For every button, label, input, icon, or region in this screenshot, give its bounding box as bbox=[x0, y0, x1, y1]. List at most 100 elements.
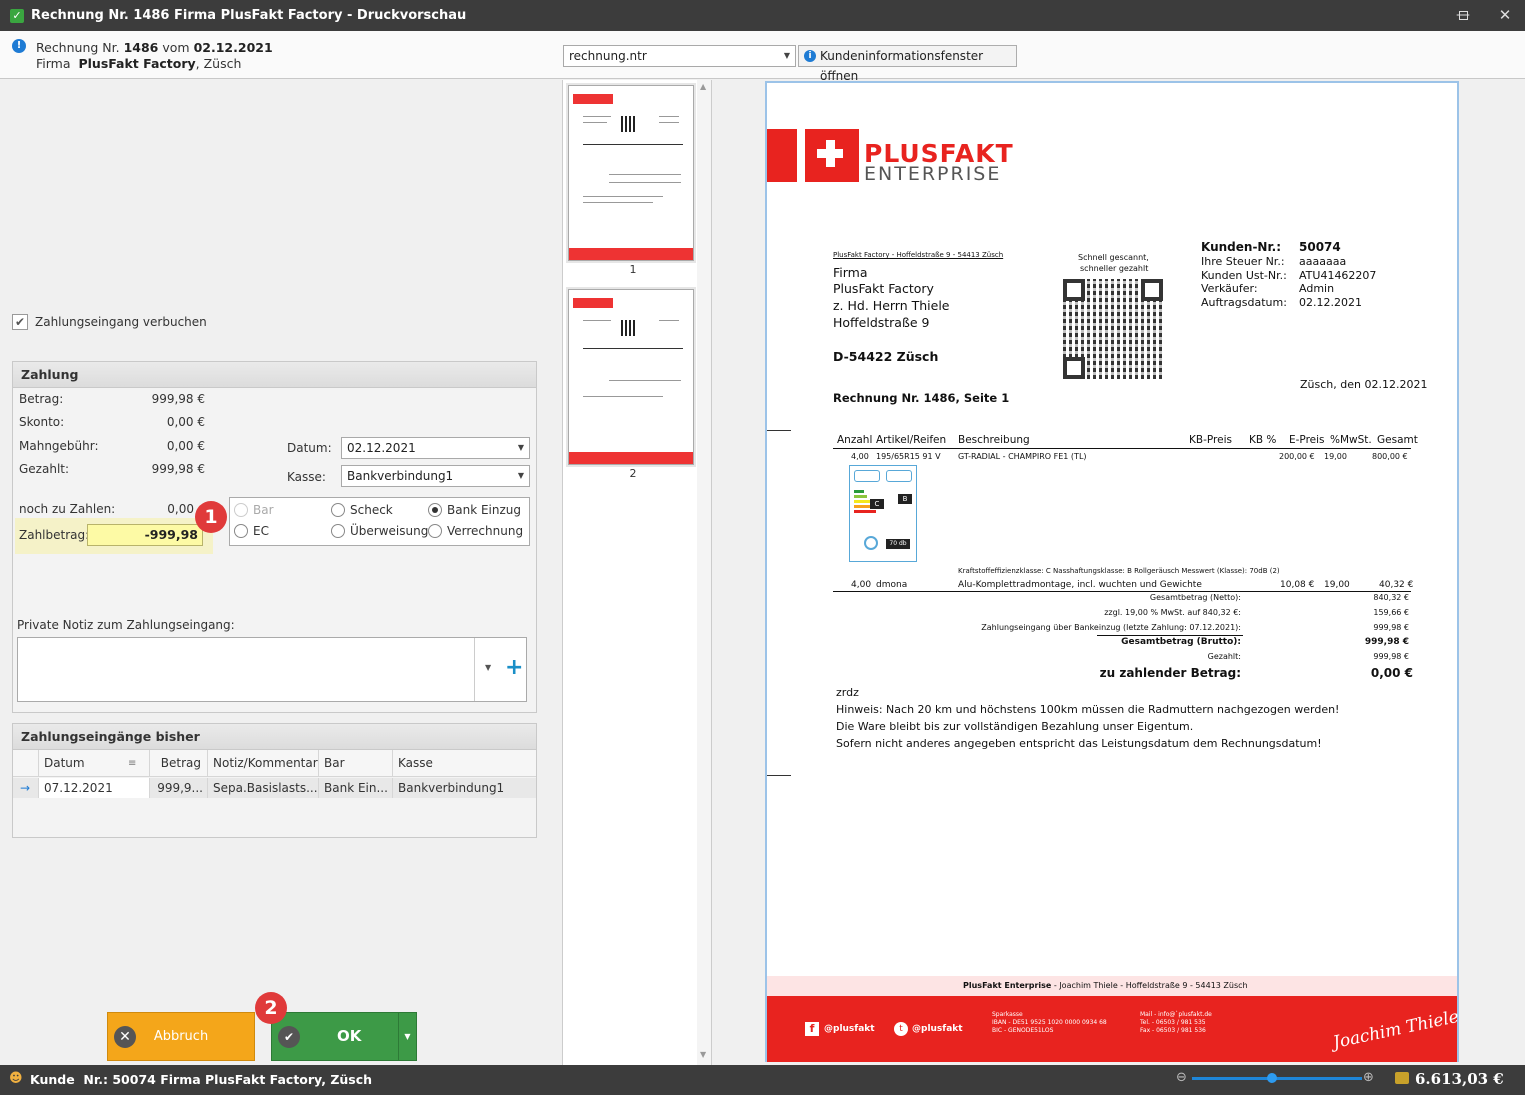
radio-bar[interactable]: Bar bbox=[234, 503, 274, 517]
radio-ec[interactable]: EC bbox=[234, 524, 269, 538]
close-icon: ✕ bbox=[114, 1026, 136, 1048]
discount-label: Skonto: bbox=[19, 415, 65, 429]
place-date: Züsch, den 02.12.2021 bbox=[1300, 378, 1428, 391]
col-notiz[interactable]: Notiz/Kommentar bbox=[207, 750, 318, 777]
page-thumbnail-2[interactable] bbox=[568, 289, 694, 465]
chevron-down-icon[interactable]: ▼ bbox=[518, 466, 524, 486]
address-line: Firma bbox=[833, 265, 868, 280]
col-header: Anzahl bbox=[837, 434, 873, 446]
checkmark-icon[interactable]: ✔ bbox=[12, 314, 28, 330]
meta-label: Kunden-Nr.: bbox=[1201, 240, 1282, 254]
firma-label: Firma bbox=[36, 56, 71, 71]
col-betrag[interactable]: Betrag bbox=[149, 750, 207, 777]
add-icon[interactable]: + bbox=[505, 655, 523, 680]
page-thumbnail-1[interactable] bbox=[568, 85, 694, 261]
open-customer-window-button[interactable]: i Kundeninformationsfenster öffnen bbox=[798, 45, 1017, 83]
row-bar[interactable]: Bank Ein... bbox=[318, 778, 392, 798]
zoom-out-icon[interactable]: ⊖ bbox=[1176, 1070, 1187, 1085]
chevron-down-icon[interactable]: ▼ bbox=[485, 663, 491, 672]
zoom-in-icon[interactable]: ⊕ bbox=[1363, 1070, 1374, 1085]
title-bar: ✓ Rechnung Nr. 1486 Firma PlusFakt Facto… bbox=[0, 0, 1525, 31]
col-bar[interactable]: Bar bbox=[318, 750, 392, 777]
status-balance: 6.613,03 € bbox=[1415, 1070, 1504, 1088]
cancel-label: Abbruch bbox=[153, 1029, 209, 1044]
step-badge-1: 1 bbox=[195, 501, 227, 533]
logo-cross-icon bbox=[805, 129, 859, 182]
row-betrag[interactable]: 999,9... bbox=[149, 778, 207, 798]
note-line: Sofern nicht anderes angegeben entsprich… bbox=[836, 737, 1322, 750]
radio-scheck[interactable]: Scheck bbox=[331, 503, 393, 517]
customer-icon: ☻ bbox=[9, 1071, 23, 1086]
remaining-label: noch zu Zahlen: bbox=[19, 502, 116, 516]
qr-caption: schneller gezahlt bbox=[1080, 264, 1149, 273]
chevron-down-icon[interactable]: ▼ bbox=[784, 46, 790, 66]
row-notiz[interactable]: Sepa.Basislasts... bbox=[207, 778, 318, 798]
note-textarea[interactable]: ▼ + bbox=[17, 637, 527, 702]
radio-bank-einzug[interactable]: Bank Einzug bbox=[428, 503, 521, 517]
col-header: %MwSt. bbox=[1330, 434, 1372, 446]
tyre-label-icon: C B 70 db bbox=[849, 465, 917, 562]
footer-address-bar: PlusFakt Enterprise - Joachim Thiele - H… bbox=[767, 976, 1457, 996]
amount-label: Betrag: bbox=[19, 392, 64, 406]
invoice-info-line: Rechnung Nr. 1486 vom 02.12.2021 bbox=[36, 40, 273, 55]
logo-bar bbox=[767, 129, 797, 182]
invoice-date: 02.12.2021 bbox=[193, 40, 273, 55]
signature: Joachim Thiele bbox=[1331, 1006, 1461, 1054]
zoom-slider-handle[interactable] bbox=[1267, 1073, 1277, 1083]
tyre-label-line: Kraftstoffeffizienzklasse: C Nasshaftung… bbox=[958, 567, 1280, 575]
cancel-button[interactable]: ✕ Abbruch bbox=[107, 1012, 255, 1061]
note-line: Hinweis: Nach 20 km und höchstens 100km … bbox=[836, 703, 1340, 716]
due-value: 0,00 € bbox=[1370, 666, 1413, 680]
col-kasse[interactable]: Kasse bbox=[392, 750, 536, 777]
book-payment-checkbox[interactable]: ✔ Zahlungseingang verbuchen bbox=[12, 314, 207, 330]
sender-line: PlusFakt Factory - Hoffeldstraße 9 - 544… bbox=[833, 251, 1004, 259]
meta-value: 50074 bbox=[1299, 240, 1341, 254]
dunning-fee-label: Mahngebühr: bbox=[19, 439, 99, 453]
filter-icon[interactable]: ≡ bbox=[123, 750, 139, 777]
thumbnail-scrollbar[interactable]: ▲ ▼ bbox=[697, 80, 711, 1065]
meta-value: Admin bbox=[1299, 282, 1335, 295]
paid-value: 999,98 € bbox=[151, 462, 205, 476]
info-icon: i bbox=[804, 50, 816, 62]
chevron-down-icon[interactable]: ▼ bbox=[398, 1013, 416, 1060]
scroll-down-icon[interactable]: ▼ bbox=[700, 1050, 706, 1059]
meta-value: aaaaaaa bbox=[1299, 255, 1347, 268]
meta-label: Auftragsdatum: bbox=[1201, 296, 1287, 309]
template-select[interactable]: rechnung.ntr ▼ bbox=[563, 45, 796, 67]
radio-ueberweisung[interactable]: Überweisung bbox=[331, 524, 428, 538]
discount-value: 0,00 € bbox=[166, 415, 205, 429]
radio-verrechnung[interactable]: Verrechnung bbox=[428, 524, 523, 538]
row-kasse[interactable]: Bankverbindung1 bbox=[392, 778, 536, 798]
wallet-icon bbox=[1395, 1072, 1409, 1084]
invoice-heading: Rechnung Nr. 1486, Seite 1 bbox=[833, 391, 1010, 405]
invoice-page: PLUSFAKT ENTERPRISE PlusFakt Factory - H… bbox=[765, 81, 1461, 1062]
date-picker[interactable]: 02.12.2021 ▼ bbox=[341, 437, 530, 459]
company-info-line: Firma PlusFakt Factory, Züsch bbox=[36, 56, 241, 71]
ok-button[interactable]: ✔ OK ▼ bbox=[271, 1012, 417, 1061]
maximize-button[interactable] bbox=[1446, 0, 1480, 31]
app-check-icon: ✓ bbox=[10, 8, 24, 23]
invoice-label: Rechnung Nr. bbox=[36, 40, 120, 55]
meta-label: Kunden Ust-Nr.: bbox=[1201, 269, 1287, 282]
zoom-slider-track[interactable] bbox=[1192, 1077, 1362, 1080]
cash-register-label: Kasse: bbox=[287, 470, 326, 484]
qr-caption: Schnell gescannt, bbox=[1078, 253, 1149, 262]
note-line: Die Ware bleibt bis zur vollständigen Be… bbox=[836, 720, 1194, 733]
payment-amount-input[interactable]: -999,98 bbox=[87, 524, 203, 546]
col-header: KB % bbox=[1249, 434, 1277, 446]
meta-label: Verkäufer: bbox=[1201, 282, 1258, 295]
close-button[interactable]: ✕ bbox=[1488, 0, 1522, 31]
col-header: KB-Preis bbox=[1189, 434, 1232, 446]
chevron-down-icon[interactable]: ▼ bbox=[518, 438, 524, 458]
company-city: , Züsch bbox=[195, 56, 242, 71]
scroll-up-icon[interactable]: ▲ bbox=[700, 82, 706, 91]
address-line: z. Hd. Herrn Thiele bbox=[833, 298, 950, 313]
payment-amount-label: Zahlbetrag: bbox=[19, 528, 90, 542]
status-customer: Kunde Nr.: 50074 Firma PlusFakt Factory,… bbox=[30, 1072, 373, 1087]
invoice-number: 1486 bbox=[123, 40, 159, 55]
cash-register-select[interactable]: Bankverbindung1 ▼ bbox=[341, 465, 530, 487]
step-badge-2: 2 bbox=[255, 992, 287, 1024]
col-header: E-Preis bbox=[1289, 434, 1325, 446]
table-row[interactable]: → 07.12.2021 999,9... Sepa.Basislasts...… bbox=[13, 778, 536, 798]
row-datum[interactable]: 07.12.2021 bbox=[38, 778, 149, 798]
